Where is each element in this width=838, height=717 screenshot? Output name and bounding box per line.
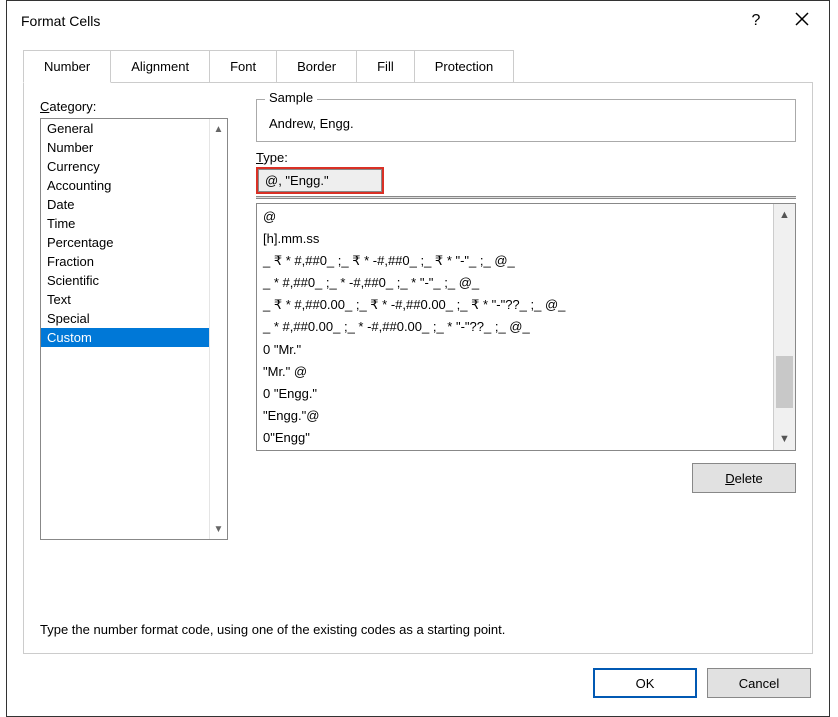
category-item[interactable]: Percentage	[41, 233, 209, 252]
category-item[interactable]: General	[41, 119, 209, 138]
type-label: Type:	[256, 150, 796, 165]
hint-text: Type the number format code, using one o…	[40, 622, 796, 637]
format-code-item[interactable]: "Mr." @	[263, 361, 767, 383]
category-item[interactable]: Accounting	[41, 176, 209, 195]
tab-protection[interactable]: Protection	[414, 50, 515, 83]
scroll-thumb[interactable]	[776, 356, 793, 408]
delete-button[interactable]: Delete	[692, 463, 796, 493]
category-item[interactable]: Currency	[41, 157, 209, 176]
tab-alignment[interactable]: Alignment	[110, 50, 210, 83]
format-code-item[interactable]: @	[263, 206, 767, 228]
close-icon	[795, 12, 809, 26]
category-listbox[interactable]: GeneralNumberCurrencyAccountingDateTimeP…	[40, 118, 228, 540]
format-code-item[interactable]: _ ₹ * #,##0_ ;_ ₹ * -#,##0_ ;_ ₹ * "-"_ …	[263, 250, 767, 272]
category-item[interactable]: Scientific	[41, 271, 209, 290]
sample-group: Sample Andrew, Engg.	[256, 99, 796, 142]
ok-button[interactable]: OK	[593, 668, 697, 698]
category-item[interactable]: Special	[41, 309, 209, 328]
scroll-up-icon[interactable]: ▲	[210, 119, 227, 139]
scroll-up-icon[interactable]: ▲	[774, 204, 795, 226]
category-scrollbar[interactable]: ▲ ▼	[209, 119, 227, 539]
scroll-down-icon[interactable]: ▼	[210, 519, 227, 539]
format-code-item[interactable]: 0"Engg"	[263, 427, 767, 449]
format-code-item[interactable]: 0 "Engg."	[263, 383, 767, 405]
format-cells-dialog: Format Cells ? Number Alignment Font Bor…	[6, 0, 830, 717]
sample-value: Andrew, Engg.	[269, 116, 783, 131]
format-code-item[interactable]: [h].mm.ss	[263, 228, 767, 250]
category-item[interactable]: Time	[41, 214, 209, 233]
format-code-item[interactable]: "Engg."@	[263, 405, 767, 427]
category-item[interactable]: Custom	[41, 328, 209, 347]
close-button[interactable]	[779, 5, 825, 37]
category-item[interactable]: Date	[41, 195, 209, 214]
format-code-listbox[interactable]: @[h].mm.ss_ ₹ * #,##0_ ;_ ₹ * -#,##0_ ;_…	[256, 203, 796, 451]
help-button[interactable]: ?	[733, 5, 779, 37]
category-item[interactable]: Number	[41, 138, 209, 157]
tab-number[interactable]: Number	[23, 50, 111, 83]
cancel-button[interactable]: Cancel	[707, 668, 811, 698]
category-item[interactable]: Fraction	[41, 252, 209, 271]
dialog-footer: OK Cancel	[7, 654, 829, 716]
dialog-title: Format Cells	[21, 13, 733, 29]
format-code-item[interactable]: _ ₹ * #,##0.00_ ;_ ₹ * -#,##0.00_ ;_ ₹ *…	[263, 294, 767, 316]
format-list-scrollbar[interactable]: ▲ ▼	[773, 204, 795, 450]
scroll-down-icon[interactable]: ▼	[774, 428, 795, 450]
category-item[interactable]: Text	[41, 290, 209, 309]
type-input-highlight	[256, 167, 384, 194]
category-label: Category:	[40, 99, 228, 114]
tab-border[interactable]: Border	[276, 50, 357, 83]
format-code-item[interactable]: _ * #,##0.00_ ;_ * -#,##0.00_ ;_ * "-"??…	[263, 316, 767, 338]
format-code-item[interactable]: _ * #,##0_ ;_ * -#,##0_ ;_ * "-"_ ;_ @_	[263, 272, 767, 294]
tab-fill[interactable]: Fill	[356, 50, 415, 83]
format-code-item[interactable]: 0 "Mr."	[263, 339, 767, 361]
tab-strip: Number Alignment Font Border Fill Protec…	[23, 50, 813, 83]
tab-panel-number: Category: GeneralNumberCurrencyAccountin…	[23, 82, 813, 654]
type-input[interactable]	[258, 169, 382, 192]
tab-font[interactable]: Font	[209, 50, 277, 83]
title-bar: Format Cells ?	[7, 1, 829, 41]
sample-legend: Sample	[265, 90, 317, 105]
